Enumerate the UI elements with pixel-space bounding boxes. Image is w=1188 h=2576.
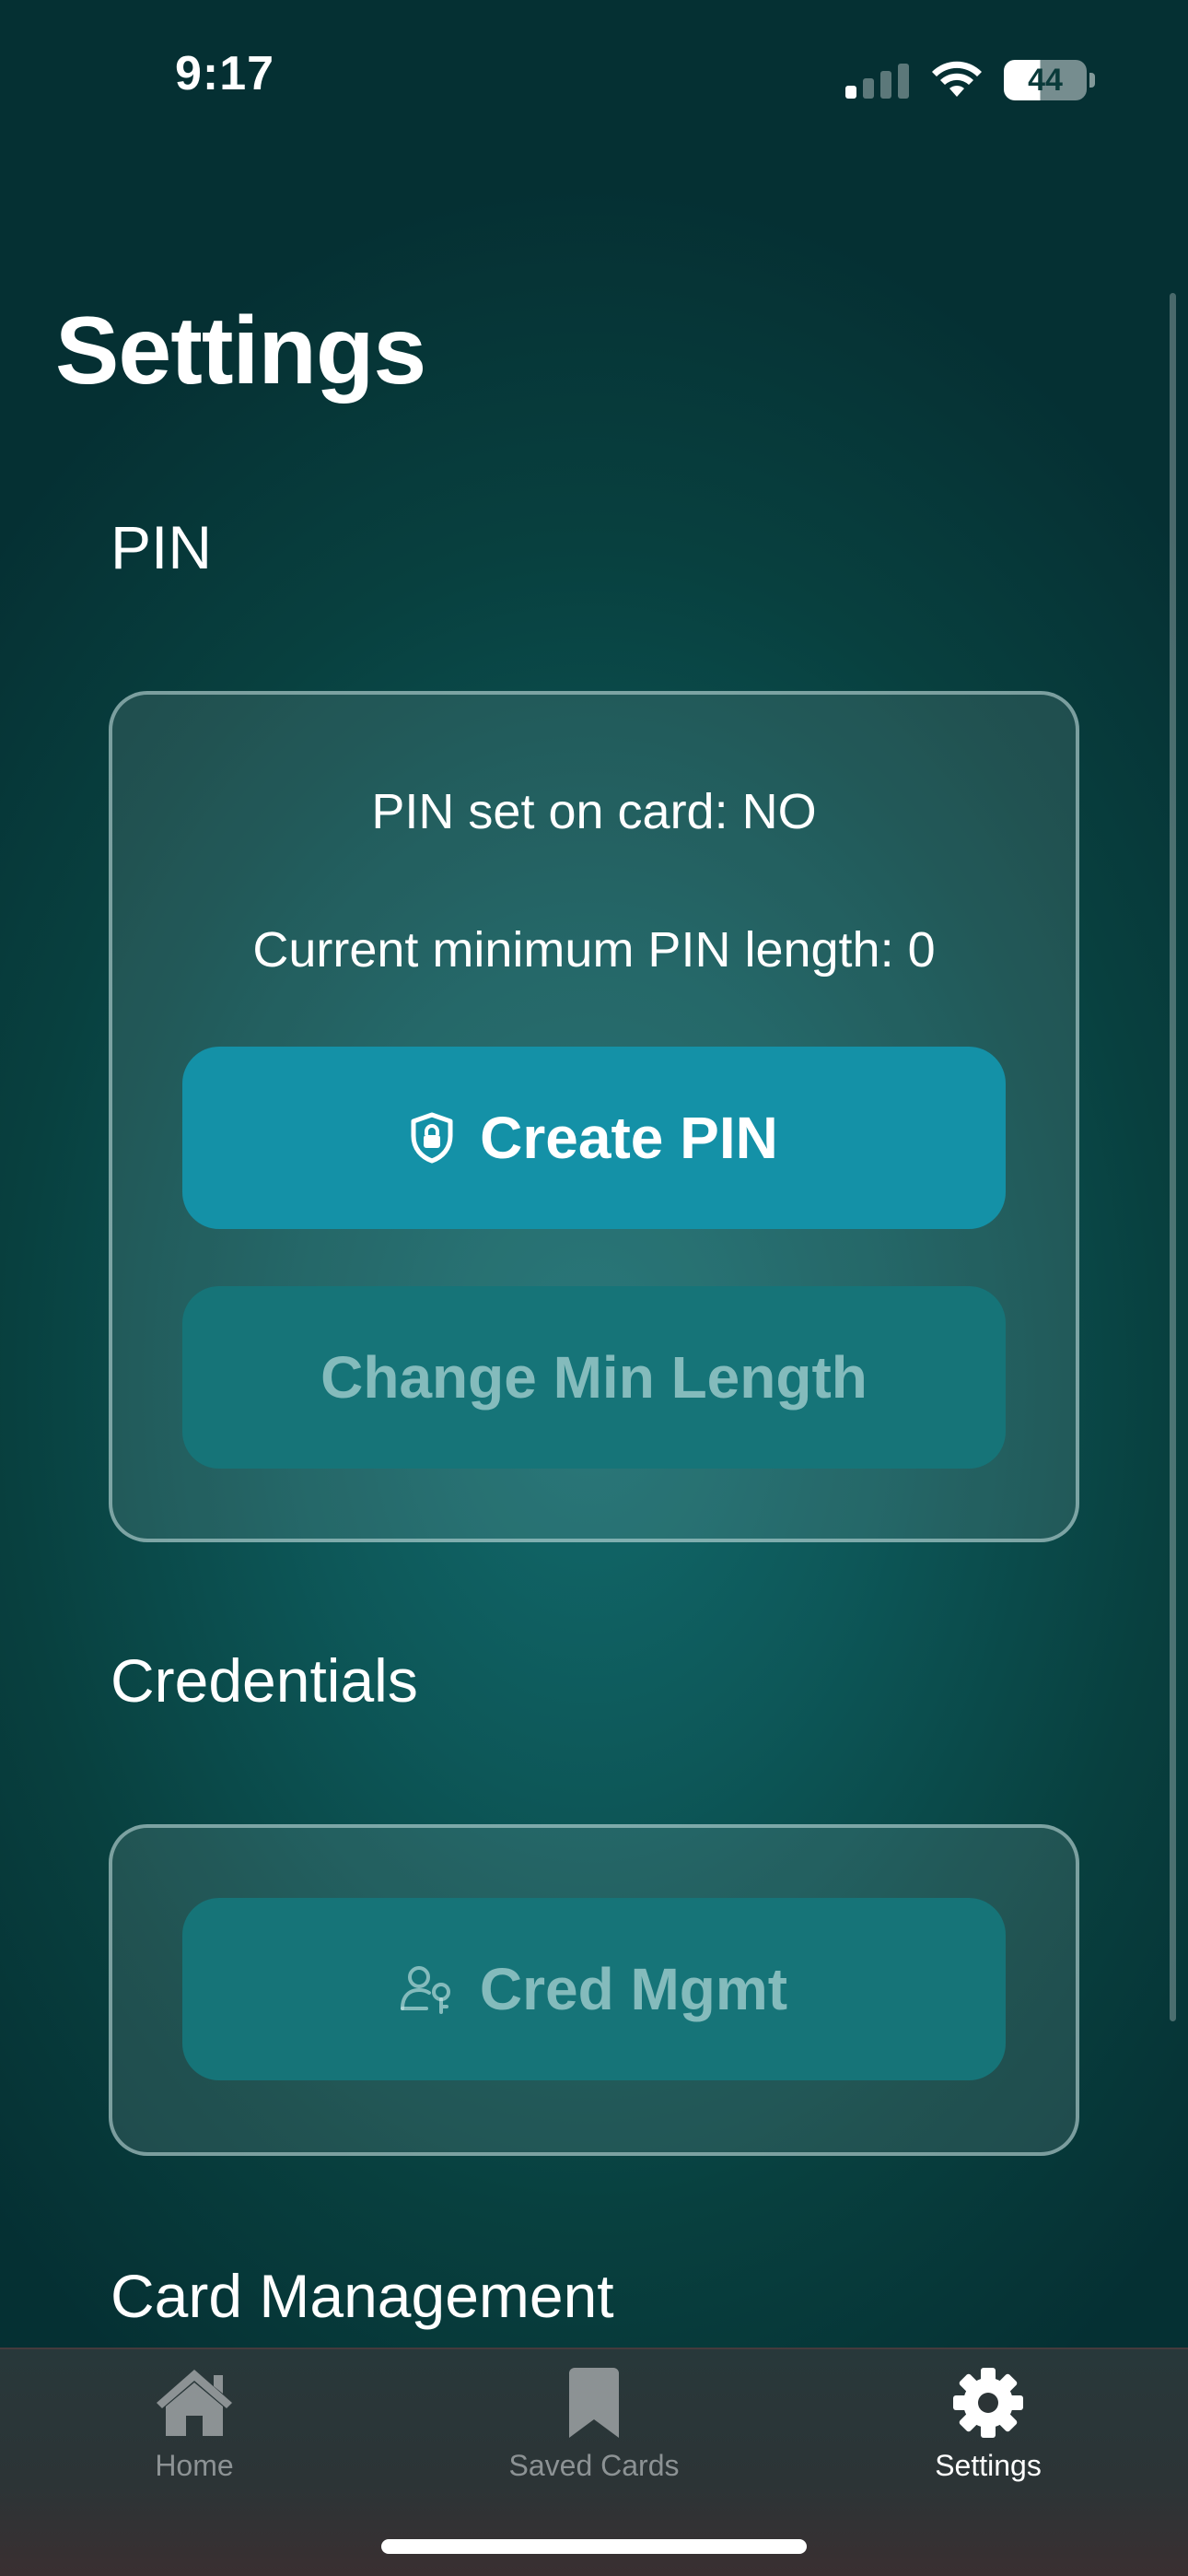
house-icon	[157, 2370, 232, 2436]
status-time: 9:17	[175, 47, 275, 100]
change-min-length-label: Change Min Length	[320, 1344, 868, 1411]
gear-icon	[953, 2368, 1023, 2438]
person-key-icon	[400, 1964, 454, 2014]
cred-mgmt-button[interactable]: Cred Mgmt	[182, 1898, 1006, 2080]
bookmark-icon	[569, 2368, 619, 2438]
create-pin-button[interactable]: Create PIN	[182, 1047, 1006, 1229]
battery-icon: 44	[1004, 60, 1095, 100]
tab-home-label: Home	[155, 2449, 234, 2482]
status-icons: 44	[845, 57, 1095, 103]
credentials-card: Cred Mgmt	[109, 1824, 1079, 2156]
section-header-pin: PIN	[111, 513, 213, 581]
tab-settings-label: Settings	[935, 2449, 1042, 2482]
battery-level: 44	[1028, 62, 1063, 98]
tab-saved-cards-label: Saved Cards	[508, 2449, 680, 2482]
section-header-credentials: Credentials	[111, 1646, 418, 1715]
wifi-icon	[932, 61, 982, 97]
tab-saved-cards[interactable]: Saved Cards	[442, 2366, 746, 2523]
status-bar: 9:17 44	[0, 0, 1188, 157]
change-min-length-button[interactable]: Change Min Length	[182, 1286, 1006, 1469]
page-title: Settings	[55, 298, 426, 404]
tab-settings[interactable]: Settings	[836, 2366, 1140, 2523]
scroll-indicator[interactable]	[1170, 293, 1176, 2021]
shield-lock-icon	[410, 1112, 454, 1164]
home-indicator[interactable]	[381, 2539, 807, 2554]
cred-mgmt-label: Cred Mgmt	[479, 1956, 788, 2022]
create-pin-label: Create PIN	[480, 1105, 778, 1171]
cellular-signal-icon	[845, 62, 910, 99]
pin-set-status: PIN set on card: NO	[371, 784, 817, 839]
section-header-card-management: Card Management	[111, 2262, 614, 2330]
min-pin-length: Current minimum PIN length: 0	[252, 922, 936, 978]
tab-home[interactable]: Home	[42, 2366, 346, 2523]
pin-card: PIN set on card: NO Current minimum PIN …	[109, 691, 1079, 1542]
